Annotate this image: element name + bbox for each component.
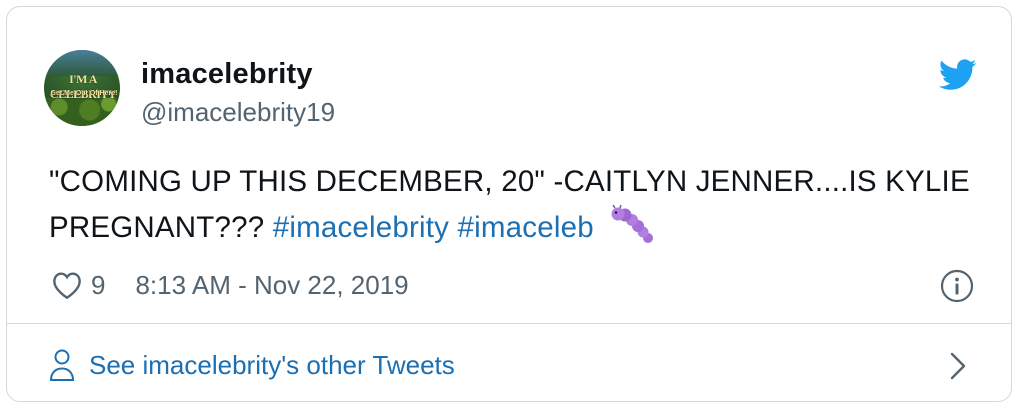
- other-tweets-link[interactable]: See imacelebrity's other Tweets: [49, 345, 455, 385]
- other-tweets-label[interactable]: See imacelebrity's other Tweets: [89, 350, 455, 381]
- hashtag-imacelebrity[interactable]: #imacelebrity: [273, 211, 449, 244]
- like-count[interactable]: 9: [91, 270, 105, 301]
- heart-icon[interactable]: [51, 270, 83, 300]
- person-icon: [49, 349, 75, 381]
- caterpillar-emoji-icon: [611, 205, 654, 243]
- avatar-logo-text: I'M A CELEBRITY: [49, 72, 117, 101]
- tweet-card: I'M A CELEBRITY Get Me Out Of Here! imac…: [6, 6, 1012, 402]
- info-icon[interactable]: [940, 269, 974, 303]
- timestamp[interactable]: 8:13 AM - Nov 22, 2019: [135, 270, 408, 301]
- divider: [7, 323, 1011, 324]
- avatar-logo-subtext: Get Me Out Of Here!: [50, 90, 118, 97]
- avatar-foliage: [44, 98, 120, 126]
- hashtag-imaceleb[interactable]: #imaceleb: [458, 211, 594, 244]
- twitter-bird-icon[interactable]: [939, 59, 977, 91]
- tweet-meta: 9 8:13 AM - Nov 22, 2019: [51, 269, 409, 301]
- avatar[interactable]: I'M A CELEBRITY Get Me Out Of Here!: [44, 50, 120, 126]
- tweet-text: "COMING UP THIS DECEMBER, 20" -CAITLYN J…: [49, 159, 989, 251]
- chevron-right-icon[interactable]: [947, 351, 969, 381]
- display-name[interactable]: imacelebrity: [141, 58, 313, 91]
- user-handle[interactable]: @imacelebrity19: [141, 97, 335, 128]
